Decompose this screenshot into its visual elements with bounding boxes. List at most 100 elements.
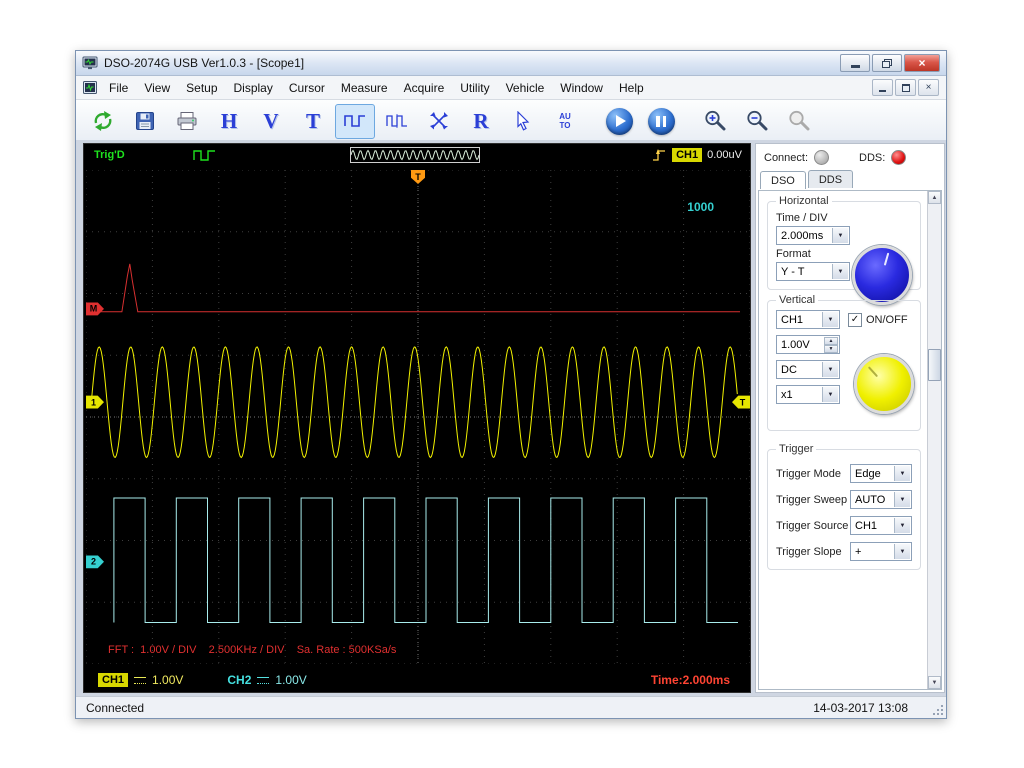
ch2-label: CH2	[227, 673, 252, 687]
desktop: DSO-2074G USB Ver1.0.3 - [Scope1] × File…	[0, 0, 1024, 768]
trigger-panel-button[interactable]: T	[293, 104, 333, 139]
connect-icon	[94, 111, 112, 131]
menu-file[interactable]: File	[101, 78, 136, 98]
scope-status-bar: Trig'D CH1 0.00uV	[84, 144, 750, 168]
menu-measure[interactable]: Measure	[333, 78, 396, 98]
save-button[interactable]	[125, 104, 165, 139]
waveform-plot	[85, 169, 751, 665]
trigger-level-value: 0.00uV	[707, 149, 742, 161]
run-button[interactable]	[599, 104, 639, 139]
autoset-button[interactable]: AUTO	[545, 104, 585, 139]
r-letter-icon: R	[473, 108, 489, 133]
minimize-button[interactable]	[840, 54, 870, 72]
autoset-icon: AUTO	[559, 112, 571, 130]
trigger-sweep-select[interactable]: AUTO ▼	[850, 490, 912, 509]
format-select[interactable]: Y - T ▼	[776, 262, 850, 281]
channel-onoff-checkbox[interactable]: ✓ ON/OFF	[848, 312, 908, 327]
trigger-source-badge: CH1	[672, 148, 703, 162]
scroll-up-button[interactable]: ▲	[928, 191, 941, 204]
spin-up-icon[interactable]: ▲	[824, 337, 838, 345]
channel-value: CH1	[781, 313, 804, 326]
probe-select[interactable]: x1 ▼	[776, 385, 840, 404]
time-div-select[interactable]: 2.000ms ▼	[776, 226, 850, 245]
tab-dds[interactable]: DDS	[807, 170, 854, 188]
scroll-thumb[interactable]	[928, 349, 941, 381]
channel-select[interactable]: CH1 ▼	[776, 310, 840, 329]
pulse-mode-button[interactable]	[377, 104, 417, 139]
title-bar[interactable]: DSO-2074G USB Ver1.0.3 - [Scope1] ×	[76, 51, 946, 76]
zoom-in-button[interactable]	[695, 104, 735, 139]
chevron-down-icon[interactable]: ▼	[894, 518, 910, 533]
record-preview[interactable]	[350, 147, 480, 163]
dds-label: DDS:	[859, 151, 886, 164]
maximize-button[interactable]	[872, 54, 902, 72]
pause-icon	[647, 107, 675, 135]
scope-graticule[interactable]: 1000 FFT : 1.00V / DIV 2.500KHz / DIV Sa…	[85, 169, 751, 665]
app-icon	[82, 56, 98, 69]
panel-scrollbar[interactable]: ▲ ▼	[927, 191, 941, 689]
spin-down-icon[interactable]: ▼	[824, 345, 838, 353]
resize-grip[interactable]	[930, 702, 944, 716]
pulse-wave-icon	[386, 114, 407, 128]
menu-window[interactable]: Window	[552, 78, 611, 98]
time-base-readout: Time:2.000ms	[650, 673, 730, 687]
scroll-down-button[interactable]: ▼	[928, 676, 941, 689]
mdi-close-button[interactable]: ×	[918, 79, 939, 96]
connection-row: Connect: DDS:	[756, 144, 944, 168]
chevron-down-icon[interactable]: ▼	[822, 312, 838, 327]
volts-div-spinner[interactable]: 1.00V ▲ ▼	[776, 335, 840, 354]
chevron-down-icon[interactable]: ▼	[832, 228, 848, 243]
chevron-down-icon[interactable]: ▼	[894, 466, 910, 481]
trigger-mode-select[interactable]: Edge ▼	[850, 464, 912, 483]
reference-button[interactable]: R	[461, 104, 501, 139]
preview-waveform	[350, 149, 480, 161]
chevron-down-icon[interactable]: ▼	[894, 492, 910, 507]
connect-button[interactable]	[83, 104, 123, 139]
horizontal-panel-button[interactable]: H	[209, 104, 249, 139]
dds-indicator	[891, 150, 907, 165]
trigger-slope-select[interactable]: + ▼	[850, 542, 912, 561]
waveform-mode-button[interactable]	[335, 103, 375, 139]
menu-view[interactable]: View	[136, 78, 178, 98]
trigger-source-select[interactable]: CH1 ▼	[850, 516, 912, 535]
mdi-minimize-button[interactable]	[872, 79, 893, 96]
time-div-label: Time / DIV	[776, 212, 828, 224]
chevron-down-icon[interactable]: ▼	[822, 387, 838, 402]
zoom-window-button[interactable]	[779, 104, 819, 139]
mdi-restore-button[interactable]	[895, 79, 916, 96]
window-title: DSO-2074G USB Ver1.0.3 - [Scope1]	[104, 56, 305, 70]
horizontal-group: Horizontal Time / DIV 2.000ms ▼ Format Y…	[767, 195, 921, 305]
coupling-select[interactable]: DC ▼	[776, 360, 840, 379]
zoom-out-button[interactable]	[737, 104, 777, 139]
trigger-group: Trigger Trigger Mode Edge ▼ Trigger Swee…	[767, 443, 921, 570]
print-button[interactable]	[167, 104, 207, 139]
pause-button[interactable]	[641, 104, 681, 139]
menu-vehicle[interactable]: Vehicle	[498, 78, 553, 98]
ch2-scale: 1.00V	[275, 673, 307, 687]
trigger-readout: CH1 0.00uV	[651, 147, 742, 163]
trigger-mode-value: Edge	[855, 467, 881, 480]
vertical-position-knob[interactable]	[854, 354, 914, 414]
cursor-tool-button[interactable]	[503, 104, 543, 139]
chevron-down-icon[interactable]: ▼	[832, 264, 848, 279]
menu-acquire[interactable]: Acquire	[396, 78, 453, 98]
menu-help[interactable]: Help	[611, 78, 652, 98]
square-wave-glyph-icon	[193, 150, 215, 161]
close-button[interactable]: ×	[904, 54, 940, 72]
control-panel: Connect: DDS: DSO DDS Horizontal Time / …	[755, 143, 945, 693]
tab-dso[interactable]: DSO	[760, 171, 806, 189]
panel-tabs: DSO DDS	[756, 168, 944, 189]
v-letter-icon: V	[263, 108, 279, 133]
menu-bar: File View Setup Display Cursor Measure A…	[76, 76, 946, 100]
menu-cursor[interactable]: Cursor	[281, 78, 333, 98]
chevron-down-icon[interactable]: ▼	[894, 544, 910, 559]
chevron-down-icon[interactable]: ▼	[822, 362, 838, 377]
trigger-source-value: CH1	[855, 519, 878, 532]
mdi-minimize-icon	[879, 89, 886, 92]
trigger-status: Trig'D	[94, 149, 125, 161]
xy-mode-button[interactable]	[419, 104, 459, 139]
menu-utility[interactable]: Utility	[452, 78, 497, 98]
vertical-panel-button[interactable]: V	[251, 104, 291, 139]
menu-display[interactable]: Display	[226, 78, 281, 98]
menu-setup[interactable]: Setup	[178, 78, 225, 98]
